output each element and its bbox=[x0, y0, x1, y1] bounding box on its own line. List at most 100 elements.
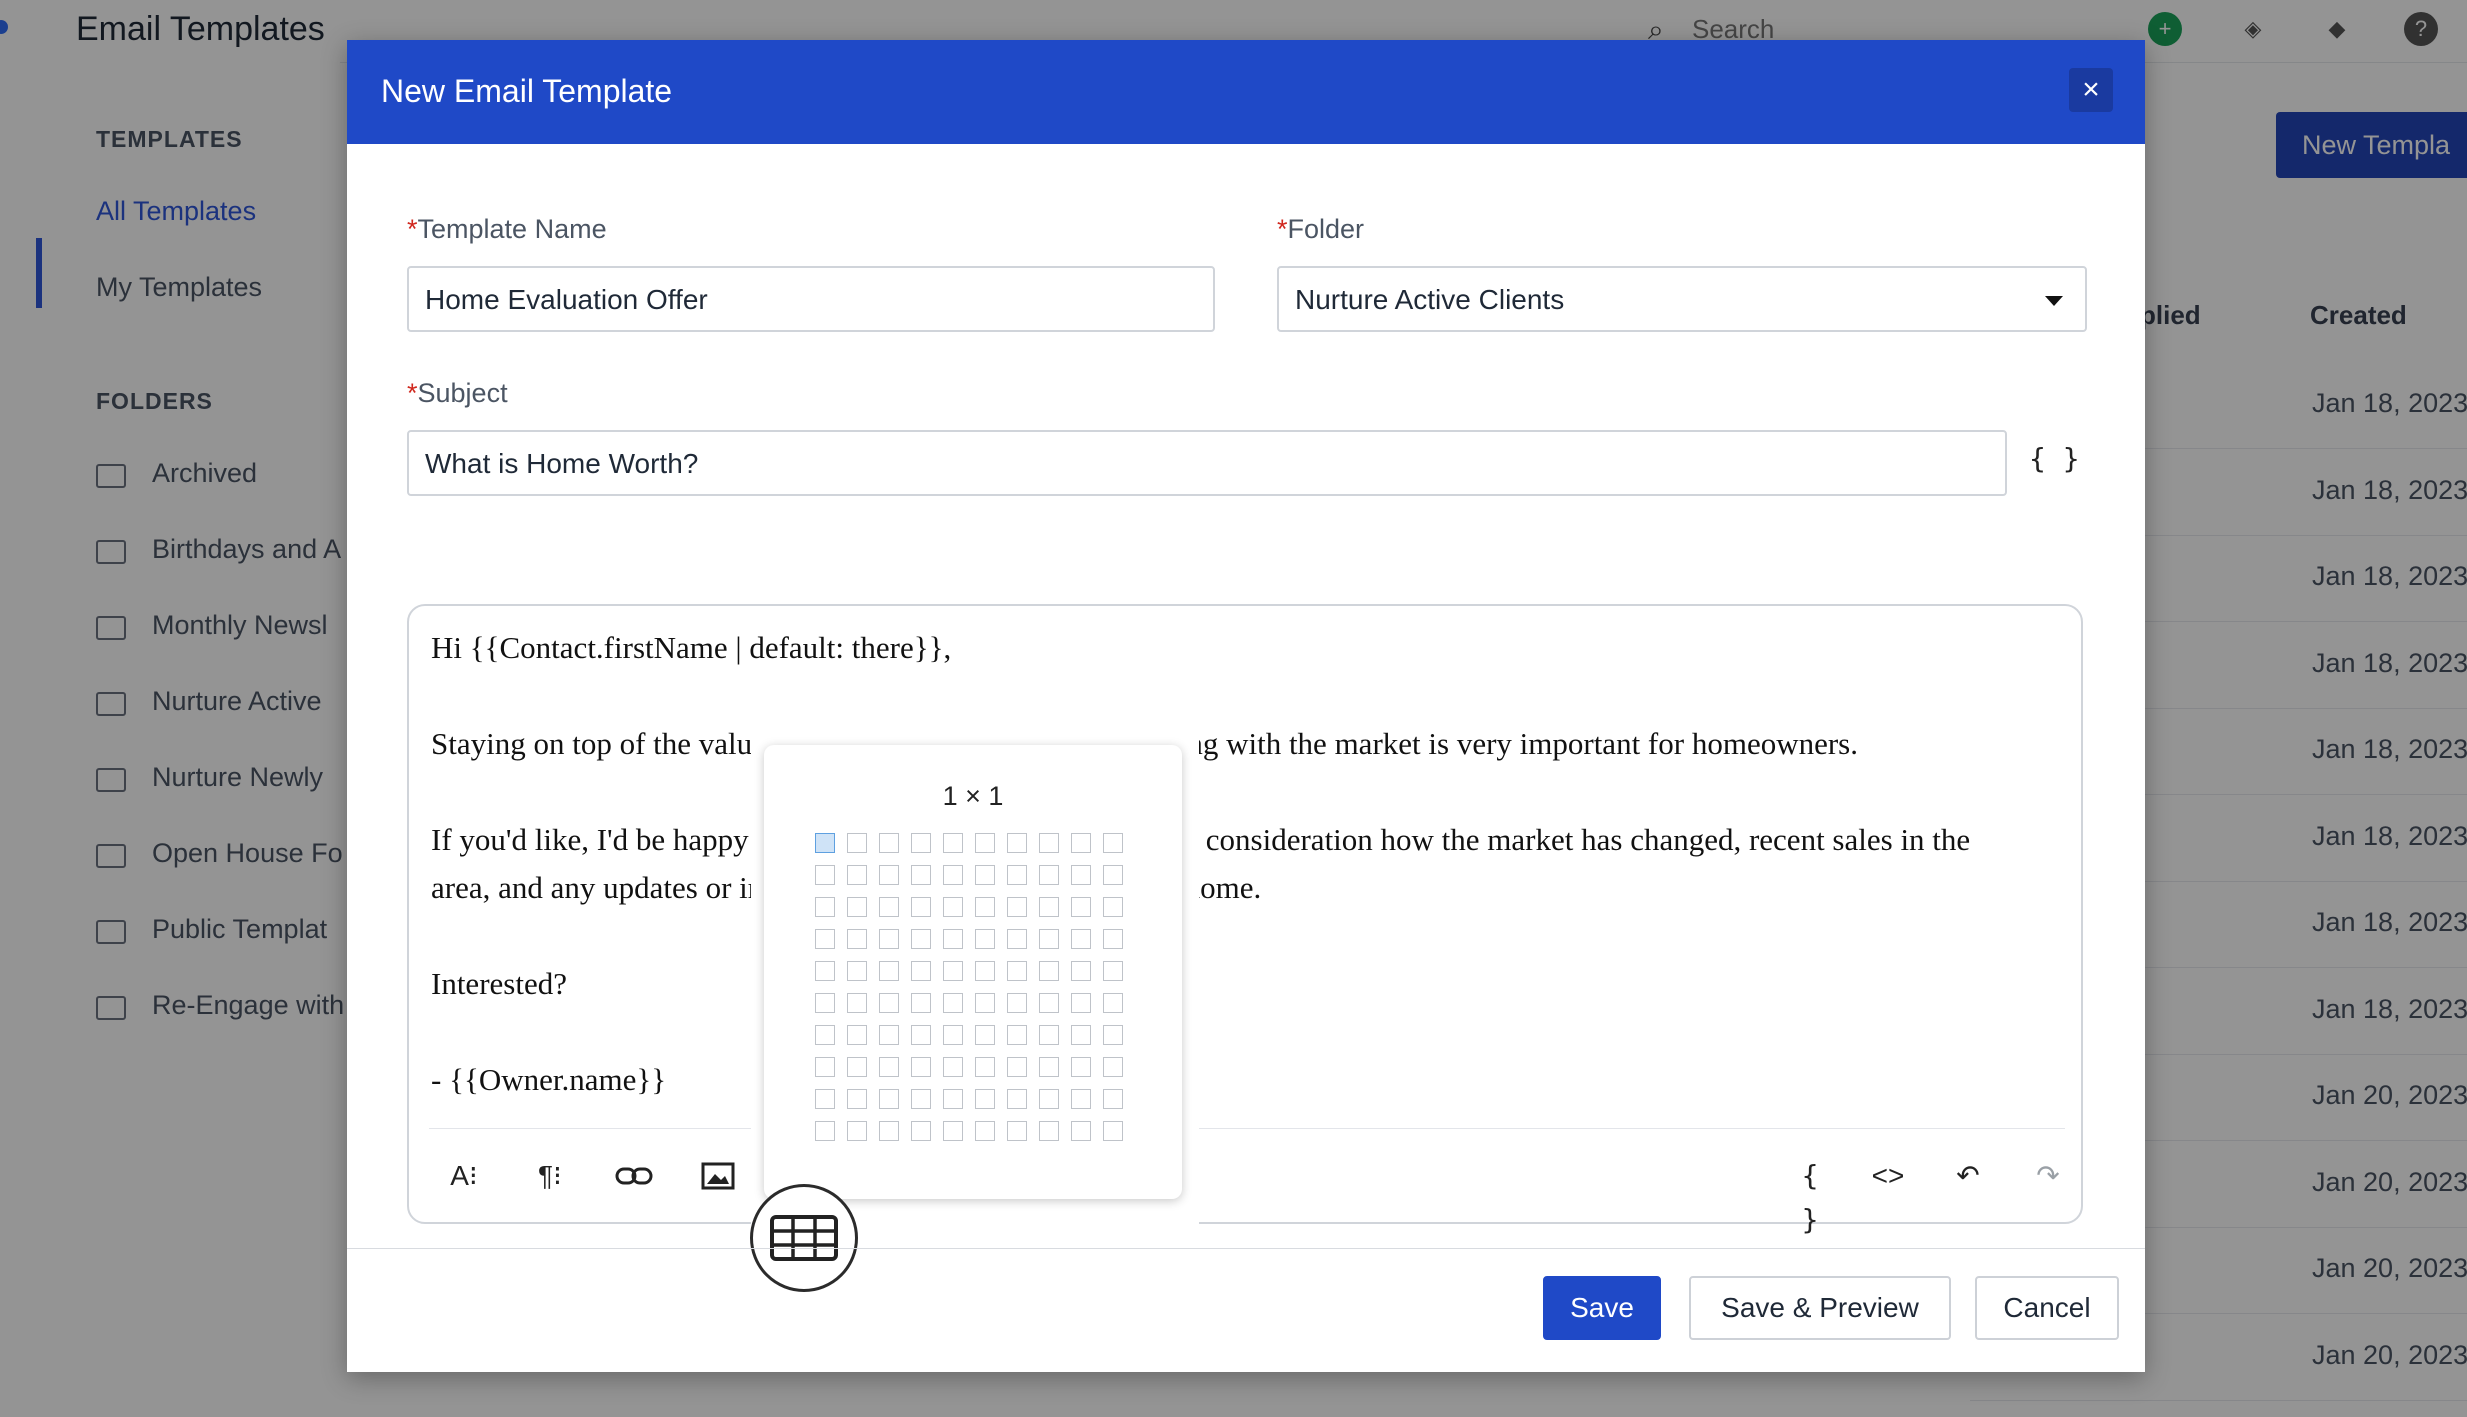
table-grid-cell[interactable] bbox=[1071, 833, 1091, 853]
font-size-icon[interactable]: A⁝ bbox=[439, 1154, 489, 1198]
table-grid-cell[interactable] bbox=[1071, 993, 1091, 1013]
table-grid-cell[interactable] bbox=[1039, 1089, 1059, 1109]
table-grid-cell[interactable] bbox=[847, 1121, 867, 1141]
table-grid-cell[interactable] bbox=[943, 897, 963, 917]
table-grid-cell[interactable] bbox=[975, 929, 995, 949]
table-grid-cell[interactable] bbox=[1103, 865, 1123, 885]
table-grid-cell[interactable] bbox=[879, 1057, 899, 1077]
table-grid-cell[interactable] bbox=[975, 961, 995, 981]
table-grid-cell[interactable] bbox=[1071, 865, 1091, 885]
table-grid-cell[interactable] bbox=[879, 1025, 899, 1045]
table-grid-cell[interactable] bbox=[1071, 1121, 1091, 1141]
table-grid-cell[interactable] bbox=[815, 897, 835, 917]
table-grid-cell[interactable] bbox=[1039, 1057, 1059, 1077]
table-grid-cell[interactable] bbox=[911, 1121, 931, 1141]
table-grid-cell[interactable] bbox=[879, 897, 899, 917]
table-grid-cell[interactable] bbox=[879, 961, 899, 981]
table-grid-cell[interactable] bbox=[1007, 929, 1027, 949]
table-grid-cell[interactable] bbox=[1007, 897, 1027, 917]
table-grid-cell[interactable] bbox=[815, 865, 835, 885]
table-grid-cell[interactable] bbox=[1103, 833, 1123, 853]
undo-icon[interactable]: ↶ bbox=[1943, 1154, 1993, 1198]
table-grid-cell[interactable] bbox=[1007, 865, 1027, 885]
table-grid-cell[interactable] bbox=[1071, 961, 1091, 981]
image-icon[interactable] bbox=[693, 1154, 743, 1198]
table-grid-cell[interactable] bbox=[975, 1121, 995, 1141]
table-icon-button[interactable] bbox=[750, 1184, 858, 1292]
table-grid-cell[interactable] bbox=[1039, 833, 1059, 853]
table-grid-cell[interactable] bbox=[1039, 961, 1059, 981]
table-grid-cell[interactable] bbox=[1039, 929, 1059, 949]
table-grid-cell[interactable] bbox=[943, 1089, 963, 1109]
table-grid-cell[interactable] bbox=[1007, 1025, 1027, 1045]
table-grid-cell[interactable] bbox=[847, 833, 867, 853]
table-grid-cell[interactable] bbox=[911, 993, 931, 1013]
table-grid-cell[interactable] bbox=[1039, 993, 1059, 1013]
table-grid-cell[interactable] bbox=[815, 993, 835, 1013]
email-body-editor[interactable]: Hi {{Contact.firstName | default: there}… bbox=[407, 604, 2083, 1236]
table-grid-cell[interactable] bbox=[975, 1089, 995, 1109]
table-grid-cell[interactable] bbox=[847, 961, 867, 981]
table-grid-cell[interactable] bbox=[975, 833, 995, 853]
table-grid-cell[interactable] bbox=[1007, 1089, 1027, 1109]
table-grid-cell[interactable] bbox=[1007, 833, 1027, 853]
table-grid-cell[interactable] bbox=[1071, 1025, 1091, 1045]
table-grid-cell[interactable] bbox=[847, 1025, 867, 1045]
paragraph-icon[interactable]: ¶⁝ bbox=[525, 1154, 575, 1198]
table-grid-cell[interactable] bbox=[1007, 1057, 1027, 1077]
table-grid-cell[interactable] bbox=[879, 1121, 899, 1141]
table-grid-cell[interactable] bbox=[815, 929, 835, 949]
table-grid-cell[interactable] bbox=[975, 993, 995, 1013]
table-grid-cell[interactable] bbox=[1103, 897, 1123, 917]
cancel-button[interactable]: Cancel bbox=[1975, 1276, 2119, 1340]
table-grid-cell[interactable] bbox=[1103, 1089, 1123, 1109]
table-grid-cell[interactable] bbox=[1039, 1121, 1059, 1141]
table-grid-cell[interactable] bbox=[943, 833, 963, 853]
table-grid-cell[interactable] bbox=[1007, 1121, 1027, 1141]
table-grid-cell[interactable] bbox=[879, 993, 899, 1013]
table-grid-cell[interactable] bbox=[1039, 1025, 1059, 1045]
table-grid-cell[interactable] bbox=[815, 1089, 835, 1109]
table-grid-cell[interactable] bbox=[1103, 961, 1123, 981]
save-button[interactable]: Save bbox=[1543, 1276, 1661, 1340]
table-grid-cell[interactable] bbox=[943, 993, 963, 1013]
table-grid-cell[interactable] bbox=[847, 897, 867, 917]
table-grid-cell[interactable] bbox=[943, 961, 963, 981]
table-grid-cell[interactable] bbox=[879, 833, 899, 853]
table-grid-cell[interactable] bbox=[911, 961, 931, 981]
table-grid-cell[interactable] bbox=[847, 865, 867, 885]
save-and-preview-button[interactable]: Save & Preview bbox=[1689, 1276, 1951, 1340]
folder-select[interactable]: Nurture Active Clients bbox=[1277, 266, 2087, 332]
table-grid-cell[interactable] bbox=[975, 865, 995, 885]
table-grid-cell[interactable] bbox=[815, 1025, 835, 1045]
table-grid-cell[interactable] bbox=[943, 865, 963, 885]
table-grid-cell[interactable] bbox=[911, 1089, 931, 1109]
table-grid-cell[interactable] bbox=[943, 1121, 963, 1141]
table-grid-cell[interactable] bbox=[815, 833, 835, 853]
table-grid-cell[interactable] bbox=[1071, 929, 1091, 949]
table-grid-cell[interactable] bbox=[1039, 897, 1059, 917]
table-grid-cell[interactable] bbox=[1103, 1057, 1123, 1077]
subject-merge-field-icon[interactable]: { } bbox=[2029, 442, 2080, 475]
table-grid-cell[interactable] bbox=[1007, 961, 1027, 981]
merge-field-icon[interactable]: { } bbox=[1785, 1154, 1835, 1236]
table-grid-cell[interactable] bbox=[975, 1057, 995, 1077]
table-grid-cell[interactable] bbox=[911, 865, 931, 885]
table-grid-cell[interactable] bbox=[1103, 1025, 1123, 1045]
table-grid-cell[interactable] bbox=[911, 1057, 931, 1077]
code-icon[interactable]: <> bbox=[1863, 1154, 1913, 1198]
table-grid-cell[interactable] bbox=[1071, 897, 1091, 917]
table-grid-cell[interactable] bbox=[879, 865, 899, 885]
table-grid-cell[interactable] bbox=[911, 897, 931, 917]
subject-input[interactable]: What is Home Worth? bbox=[407, 430, 2007, 496]
table-grid-cell[interactable] bbox=[1071, 1089, 1091, 1109]
table-grid-cell[interactable] bbox=[1103, 929, 1123, 949]
table-grid-cell[interactable] bbox=[1039, 865, 1059, 885]
table-grid-cell[interactable] bbox=[911, 1025, 931, 1045]
table-grid-cell[interactable] bbox=[1103, 993, 1123, 1013]
close-button[interactable]: × bbox=[2069, 68, 2113, 112]
table-grid-cell[interactable] bbox=[943, 1025, 963, 1045]
table-grid-cell[interactable] bbox=[1007, 993, 1027, 1013]
table-grid-cell[interactable] bbox=[847, 993, 867, 1013]
table-grid-cell[interactable] bbox=[1103, 1121, 1123, 1141]
